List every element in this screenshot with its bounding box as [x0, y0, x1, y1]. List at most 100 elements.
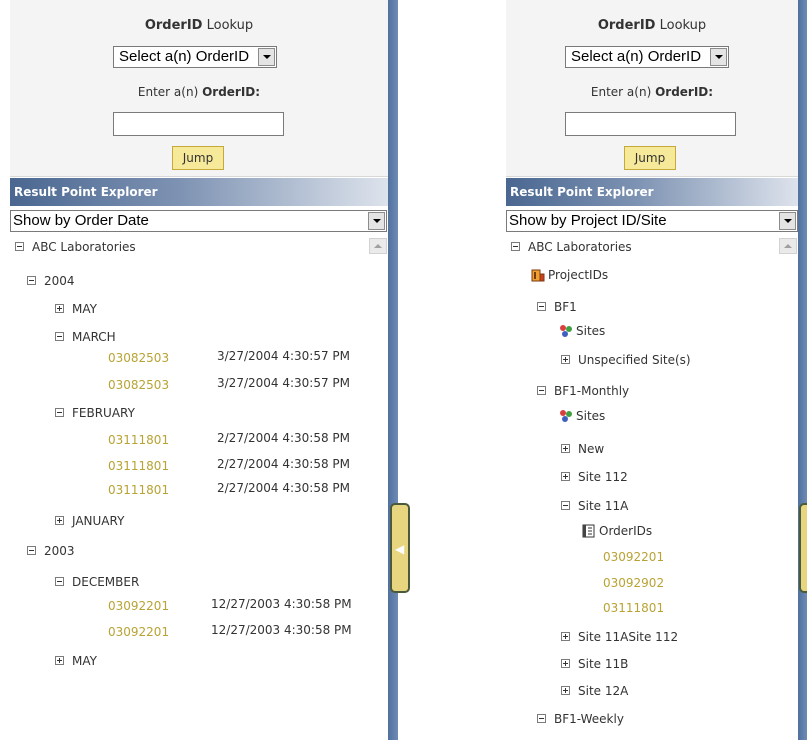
expand-plus-icon[interactable] — [561, 355, 570, 364]
tree-node-site[interactable]: Site 11ASite 112 — [561, 628, 678, 646]
tree-node-bf1-weekly[interactable]: BF1-Weekly — [537, 710, 624, 728]
tree-node-year-2003[interactable]: 2003 — [27, 542, 75, 560]
tree-node-month-january-2004[interactable]: JANUARY — [55, 512, 124, 530]
dropdown-arrow-icon[interactable] — [779, 212, 796, 230]
expand-plus-icon[interactable] — [55, 656, 64, 665]
tree-node-bf1-monthly[interactable]: BF1-Monthly — [537, 382, 629, 400]
collapse-handle[interactable]: ◀ — [390, 503, 410, 593]
collapse-minus-icon[interactable] — [511, 242, 520, 251]
enter-orderid-label: Enter a(n) OrderID: — [137, 85, 261, 99]
collapse-minus-icon[interactable] — [55, 332, 64, 341]
collapse-minus-icon[interactable] — [27, 276, 36, 285]
orderid-select[interactable]: Select a(n) OrderID — [565, 46, 729, 68]
dropdown-arrow-icon[interactable] — [710, 48, 727, 66]
order-link[interactable]: 03092201 — [108, 597, 169, 615]
order-link[interactable]: 03092902 — [603, 574, 664, 592]
show-by-select[interactable]: Show by Project ID/Site — [506, 210, 798, 232]
orderid-input[interactable] — [565, 112, 736, 136]
tree-node-site[interactable]: Site 11A — [561, 497, 628, 515]
splitter-bar[interactable] — [388, 0, 398, 740]
dropdown-arrow-icon[interactable] — [258, 48, 275, 66]
expand-plus-icon[interactable] — [561, 444, 570, 453]
lookup-title: OrderID Lookup — [597, 18, 707, 33]
collapse-minus-icon[interactable] — [15, 242, 24, 251]
lookup-title: OrderID Lookup — [144, 18, 254, 33]
order-timestamp: 12/27/2003 4:30:58 PM — [211, 597, 352, 611]
tree-node-bf1-sites[interactable]: Sites — [559, 322, 605, 340]
order-link[interactable]: 03111801 — [108, 457, 169, 475]
tree-node-label: OrderIDs — [599, 524, 653, 538]
tree-node-label: ABC Laboratories — [528, 240, 632, 254]
tree-node-bf1-monthly-sites[interactable]: Sites — [559, 407, 605, 425]
order-link[interactable]: 03082503 — [108, 376, 169, 394]
orderid-lookup: OrderID Lookup Select a(n) OrderID Enter… — [506, 0, 798, 177]
tree-node-label: Site 112 — [578, 470, 628, 484]
tree-node-site[interactable]: Site 12A — [561, 682, 628, 700]
tree-node-label: MAY — [72, 302, 97, 316]
scroll-up-arrow-icon[interactable] — [779, 238, 797, 254]
tree-node-label: New — [578, 442, 605, 456]
order-link[interactable]: 03111801 — [108, 431, 169, 449]
left-explorer-panel: OrderID Lookup Select a(n) OrderID Enter… — [10, 0, 388, 740]
tree-node-label: Sites — [576, 324, 606, 338]
expand-plus-icon[interactable] — [561, 659, 570, 668]
tree-node-site[interactable]: Site 112 — [561, 468, 628, 486]
tree-node-label: BF1-Weekly — [554, 712, 624, 726]
tree-node-root[interactable]: ABC Laboratories — [15, 238, 136, 256]
collapse-minus-icon[interactable] — [537, 302, 546, 311]
tree-node-month-may-2003[interactable]: MAY — [55, 652, 97, 670]
show-by-value: Show by Project ID/Site — [509, 212, 667, 229]
tree-node-month-may-2004[interactable]: MAY — [55, 300, 97, 318]
collapse-minus-icon[interactable] — [537, 714, 546, 723]
expand-plus-icon[interactable] — [55, 304, 64, 313]
expand-plus-icon[interactable] — [55, 516, 64, 525]
orderid-input[interactable] — [113, 112, 284, 136]
tree-node-month-december-2003[interactable]: DECEMBER — [55, 573, 139, 591]
order-link[interactable]: 03082503 — [108, 349, 169, 367]
order-timestamp: 2/27/2004 4:30:58 PM — [217, 431, 351, 445]
order-link[interactable]: 03111801 — [603, 599, 664, 617]
order-link[interactable]: 03111801 — [108, 481, 169, 499]
tree-node-label: BF1-Monthly — [554, 384, 630, 398]
collapse-minus-icon[interactable] — [55, 408, 64, 417]
splitter-bar[interactable] — [798, 0, 807, 740]
tree-node-label: MAY — [72, 654, 97, 668]
tree-node-site[interactable]: Unspecified Site(s) — [561, 351, 691, 369]
tree-node-year-2004[interactable]: 2004 — [27, 272, 75, 290]
expand-plus-icon[interactable] — [561, 472, 570, 481]
collapse-minus-icon[interactable] — [561, 501, 570, 510]
sites-icon — [559, 324, 573, 338]
collapse-minus-icon[interactable] — [537, 386, 546, 395]
jump-button[interactable]: Jump — [624, 146, 676, 170]
collapse-arrow-icon[interactable]: ◀ — [395, 542, 404, 556]
tree-node-label: Site 11A — [578, 499, 629, 513]
tree-node-label: Site 12A — [578, 684, 629, 698]
tree-node-site[interactable]: Site 11B — [561, 655, 628, 673]
tree-node-orderids[interactable]: OrderIDs — [582, 522, 652, 540]
dropdown-arrow-icon[interactable] — [368, 212, 385, 230]
order-link[interactable]: 03092201 — [108, 623, 169, 641]
tree-node-projectids[interactable]: ProjectIDs — [531, 266, 608, 284]
tree-node-month-march-2004[interactable]: MARCH — [55, 328, 116, 346]
tree-node-site[interactable]: New — [561, 440, 604, 458]
orderid-select[interactable]: Select a(n) OrderID — [113, 46, 277, 68]
collapse-minus-icon[interactable] — [55, 577, 64, 586]
orderid-lookup: OrderID Lookup Select a(n) OrderID Enter… — [10, 0, 388, 177]
order-timestamp: 3/27/2004 4:30:57 PM — [217, 376, 351, 390]
order-link[interactable]: 03092201 — [603, 548, 664, 566]
tree-node-label: 2004 — [44, 274, 75, 288]
show-by-select[interactable]: Show by Order Date — [10, 210, 387, 232]
expand-plus-icon[interactable] — [561, 632, 570, 641]
jump-button[interactable]: Jump — [172, 146, 224, 170]
tree-node-bf1[interactable]: BF1 — [537, 298, 577, 316]
tree-node-label: JANUARY — [72, 514, 125, 528]
expand-plus-icon[interactable] — [561, 686, 570, 695]
tree-node-month-february-2004[interactable]: FEBRUARY — [55, 404, 135, 422]
collapse-handle[interactable] — [799, 503, 807, 593]
tree-node-label: BF1 — [554, 300, 577, 314]
collapse-minus-icon[interactable] — [27, 546, 36, 555]
tree-node-root[interactable]: ABC Laboratories — [511, 238, 632, 256]
explorer-header: Result Point Explorer — [506, 178, 798, 206]
tree-node-label: Site 11ASite 112 — [578, 630, 679, 644]
scroll-up-arrow-icon[interactable] — [369, 238, 387, 254]
